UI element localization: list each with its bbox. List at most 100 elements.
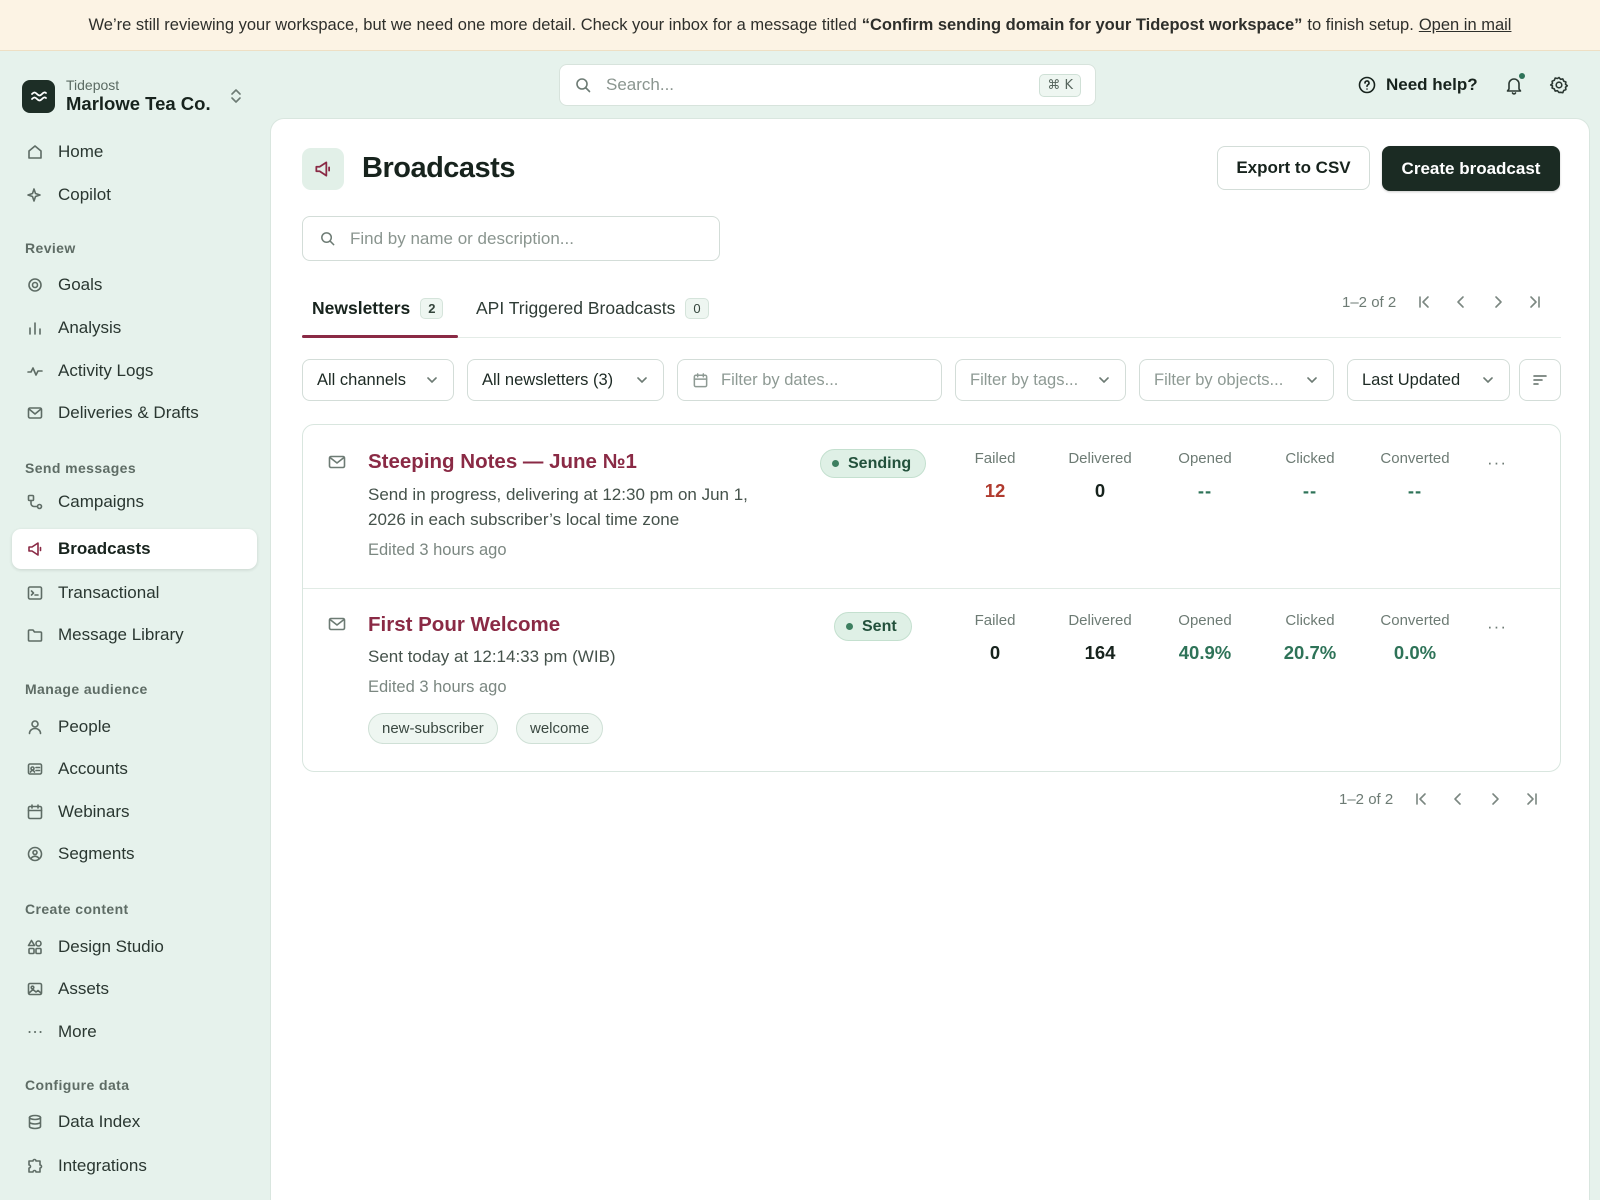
row-actions-ellipsis-icon[interactable]: ··· bbox=[1485, 617, 1509, 637]
sidebar-item-webinars[interactable]: Webinars bbox=[12, 792, 257, 832]
sidebar-item-analysis[interactable]: Analysis bbox=[12, 308, 257, 348]
broadcast-row[interactable]: First Pour Welcome Sent today at 12:14:3… bbox=[303, 589, 1560, 771]
pagination-top: 1–2 of 2 bbox=[1342, 287, 1544, 317]
sidebar-item-deliveries-drafts[interactable]: Deliveries & Drafts bbox=[12, 393, 257, 433]
find-broadcast-input[interactable]: Find by name or description... bbox=[302, 216, 720, 261]
tab-api-triggered-broadcasts[interactable]: API Triggered Broadcasts 0 bbox=[476, 283, 709, 333]
status-dot bbox=[846, 623, 853, 630]
folder-icon bbox=[26, 626, 44, 644]
channels-filter[interactable]: All channels bbox=[302, 359, 454, 401]
active-tab-indicator bbox=[302, 335, 458, 338]
sidebar-item-design-studio[interactable]: Design Studio bbox=[12, 927, 257, 967]
chevron-down-icon bbox=[425, 373, 439, 387]
broadcast-description: Sent today at 12:14:33 pm (WIB) bbox=[368, 647, 616, 666]
sidebar-item-transactional[interactable]: Transactional bbox=[12, 573, 257, 613]
sidebar-item-broadcasts[interactable]: Broadcasts bbox=[12, 529, 257, 569]
first-page-icon[interactable] bbox=[1415, 293, 1433, 311]
gear-icon[interactable] bbox=[1548, 74, 1570, 96]
stat-converted: Converted -- bbox=[1365, 450, 1465, 502]
status-badge: Sent bbox=[834, 612, 912, 641]
create-broadcast-button[interactable]: Create broadcast bbox=[1382, 146, 1560, 191]
tag-chip[interactable]: welcome bbox=[516, 713, 604, 744]
first-page-icon[interactable] bbox=[1412, 790, 1430, 808]
chevron-down-icon bbox=[1097, 373, 1111, 387]
section-send-messages: Send messages bbox=[25, 460, 137, 476]
open-in-mail-link[interactable]: Open in mail bbox=[1419, 16, 1512, 35]
pagination-bottom: 1–2 of 2 bbox=[1339, 784, 1541, 814]
sort-label: Last Updated bbox=[1362, 370, 1461, 389]
sidebar-item-segments[interactable]: Segments bbox=[12, 834, 257, 874]
sidebar-item-goals[interactable]: Goals bbox=[12, 265, 257, 305]
date-filter-input[interactable]: Filter by dates... bbox=[677, 359, 942, 401]
tags-filter[interactable]: Filter by tags... bbox=[955, 359, 1126, 401]
prev-page-icon[interactable] bbox=[1452, 293, 1470, 311]
sidebar-item-people[interactable]: People bbox=[12, 707, 257, 747]
sidebar-item-activity-logs[interactable]: Activity Logs bbox=[12, 351, 257, 391]
help-circle-icon bbox=[1357, 75, 1377, 95]
sidebar-item-label: Webinars bbox=[58, 802, 130, 821]
megaphone-icon bbox=[302, 148, 344, 190]
stat-delivered: Delivered 164 bbox=[1050, 612, 1150, 664]
search-icon bbox=[319, 230, 336, 247]
filter-label: All newsletters (3) bbox=[482, 370, 614, 389]
workflow-icon bbox=[26, 493, 44, 511]
sidebar-item-campaigns[interactable]: Campaigns bbox=[12, 482, 257, 522]
banner-email-title: “Confirm sending domain for your Tidepos… bbox=[861, 15, 1303, 34]
sidebar-item-assets[interactable]: Assets bbox=[12, 969, 257, 1009]
sidebar-item-accounts[interactable]: Accounts bbox=[12, 749, 257, 789]
need-help-button[interactable]: Need help? bbox=[1357, 70, 1478, 100]
next-page-icon[interactable] bbox=[1486, 790, 1504, 808]
prev-page-icon[interactable] bbox=[1449, 790, 1467, 808]
tag-chip[interactable]: new-subscriber bbox=[368, 713, 498, 744]
tab-newsletters[interactable]: Newsletters 2 bbox=[312, 283, 444, 333]
section-review: Review bbox=[25, 240, 76, 256]
sidebar-item-label: Analysis bbox=[58, 318, 122, 337]
envelope-icon bbox=[327, 452, 347, 472]
sort-select[interactable]: Last Updated bbox=[1347, 359, 1510, 401]
sparkle-icon bbox=[26, 186, 44, 204]
sort-direction-button[interactable] bbox=[1519, 359, 1561, 401]
stat-label: Clicked bbox=[1285, 612, 1335, 629]
status-label: Sending bbox=[848, 454, 912, 472]
sidebar-item-message-library[interactable]: Message Library bbox=[12, 615, 257, 655]
next-page-icon[interactable] bbox=[1489, 293, 1507, 311]
stat-label: Converted bbox=[1380, 612, 1450, 629]
broadcast-title-link[interactable]: Steeping Notes — June №1 bbox=[368, 450, 637, 474]
stat-value: 40.9% bbox=[1178, 642, 1232, 663]
filter-placeholder: Filter by tags... bbox=[970, 370, 1079, 389]
stat-label: Delivered bbox=[1068, 450, 1132, 467]
sidebar-item-copilot[interactable]: Copilot bbox=[12, 175, 257, 215]
sidebar-item-data-index[interactable]: Data Index bbox=[12, 1102, 257, 1142]
objects-filter[interactable]: Filter by objects... bbox=[1139, 359, 1334, 401]
sidebar-item-label: Activity Logs bbox=[58, 361, 154, 380]
chevron-up-down-icon[interactable] bbox=[228, 86, 244, 106]
sidebar-item-integrations[interactable]: Integrations bbox=[12, 1146, 257, 1186]
database-icon bbox=[26, 1113, 44, 1131]
export-csv-button[interactable]: Export to CSV bbox=[1217, 146, 1370, 190]
stat-label: Opened bbox=[1178, 450, 1232, 467]
newsletters-filter[interactable]: All newsletters (3) bbox=[467, 359, 664, 401]
broadcast-title-link[interactable]: First Pour Welcome bbox=[368, 613, 560, 637]
person-icon bbox=[26, 718, 44, 736]
stat-value: 20.7% bbox=[1283, 642, 1337, 663]
tab-count-badge: 0 bbox=[685, 297, 709, 319]
stat-clicked: Clicked 20.7% bbox=[1260, 612, 1360, 664]
workspace-switcher[interactable]: Tidepost Marlowe Tea Co. bbox=[22, 72, 250, 120]
stat-clicked: Clicked -- bbox=[1260, 450, 1360, 502]
last-page-icon[interactable] bbox=[1523, 790, 1541, 808]
sidebar-item-home[interactable]: Home bbox=[12, 132, 257, 172]
sidebar-item-more[interactable]: More bbox=[12, 1012, 257, 1052]
terminal-icon bbox=[26, 584, 44, 602]
workspace-name: Marlowe Tea Co. bbox=[66, 93, 211, 115]
puzzle-icon bbox=[26, 1157, 44, 1175]
calendar-icon bbox=[26, 803, 44, 821]
sidebar-item-label: Deliveries & Drafts bbox=[58, 403, 199, 422]
setup-banner: We’re still reviewing your workspace, bu… bbox=[0, 0, 1600, 51]
page-title: Broadcasts bbox=[362, 152, 515, 184]
status-dot bbox=[832, 460, 839, 467]
last-page-icon[interactable] bbox=[1526, 293, 1544, 311]
row-actions-ellipsis-icon[interactable]: ··· bbox=[1485, 453, 1509, 473]
sidebar-item-label: Data Index bbox=[58, 1112, 141, 1131]
broadcast-row[interactable]: Steeping Notes — June №1 Send in progres… bbox=[303, 425, 1560, 589]
global-search-input[interactable]: Search... ⌘ K bbox=[559, 64, 1096, 106]
